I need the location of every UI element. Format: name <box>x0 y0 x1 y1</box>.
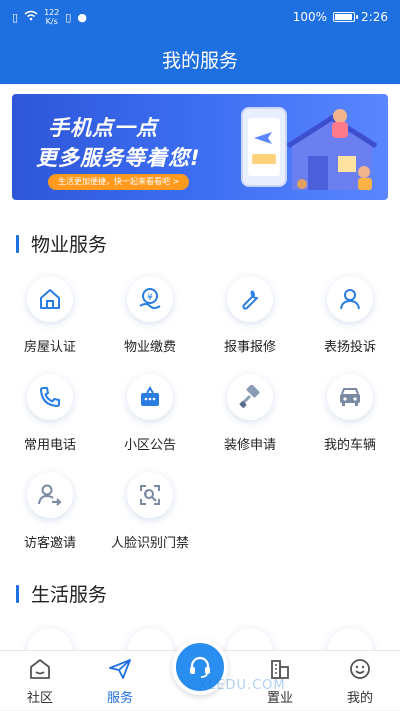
section-accent-bar <box>16 584 19 603</box>
service-label: 表扬投诉 <box>323 340 376 355</box>
service-label: 装修申请 <box>223 438 276 453</box>
house-icon <box>27 276 73 322</box>
life-services-heading: 生活服务 <box>16 580 107 607</box>
service-label: 物业缴费 <box>123 340 176 355</box>
banner-cta[interactable]: 生活更加便捷，快一起来看看吧 > <box>48 174 190 190</box>
service-my-vehicle[interactable]: 我的车辆 <box>300 374 400 464</box>
phone-icon <box>27 374 73 420</box>
page-header: 我的服务 <box>0 34 400 84</box>
community-icon <box>30 659 50 679</box>
watermark: CXLEDU.COM <box>188 678 286 693</box>
notice-icon <box>127 374 173 420</box>
main-content[interactable]: 手机点一点 更多服务等着您! 生活更加便捷，快一起来看看吧 > 物业服务 房屋认… <box>0 84 400 650</box>
life-service-icon-3[interactable] <box>227 628 273 650</box>
network-speed-value: 122 <box>44 8 60 17</box>
person-icon <box>327 276 373 322</box>
service-label: 常用电话 <box>23 438 76 453</box>
service-notice[interactable]: 小区公告 <box>100 374 200 464</box>
promo-banner[interactable]: 手机点一点 更多服务等着您! 生活更加便捷，快一起来看看吧 > <box>12 94 388 200</box>
life-service-icon-1[interactable] <box>27 628 73 650</box>
sim-icon: ▯ <box>12 10 19 24</box>
status-right: 100% 2:26 <box>293 10 388 24</box>
status-time: 2:26 <box>361 10 388 24</box>
smiley-icon <box>350 659 370 679</box>
service-renovation[interactable]: 装修申请 <box>200 374 300 464</box>
section-accent-bar <box>16 234 19 253</box>
service-label: 小区公告 <box>123 438 176 453</box>
qq-icon: ● <box>77 10 88 24</box>
service-phone[interactable]: 常用电话 <box>0 374 100 464</box>
service-label: 我的车辆 <box>323 438 376 453</box>
status-bar: ▯ 122 K/s ▯ ● 100% 2:26 <box>0 0 400 34</box>
tab-label: 服务 <box>106 691 133 706</box>
battery-percent: 100% <box>292 10 328 24</box>
wifi-icon <box>24 10 38 24</box>
vibrate-icon: ▯ <box>65 10 72 24</box>
service-label: 人脸识别门禁 <box>110 536 189 551</box>
face-id-icon <box>127 472 173 518</box>
battery-icon <box>333 12 359 22</box>
payment-icon: ¥ <box>127 276 173 322</box>
service-face-access[interactable]: 人脸识别门禁 <box>100 472 200 562</box>
property-services-heading: 物业服务 <box>16 230 107 257</box>
service-repair[interactable]: 报事报修 <box>200 276 300 366</box>
tab-service[interactable]: 服务 <box>80 651 160 711</box>
page-title: 我的服务 <box>161 49 238 72</box>
life-service-icon-2[interactable] <box>127 628 173 650</box>
paper-plane-icon <box>109 659 131 679</box>
network-speed-unit: K/s <box>45 17 58 26</box>
service-house-auth[interactable]: 房屋认证 <box>0 276 100 366</box>
tab-label: 社区 <box>26 691 53 706</box>
paint-roller-icon <box>227 374 273 420</box>
service-property-fee[interactable]: ¥ 物业缴费 <box>100 276 200 366</box>
headset-icon <box>190 656 210 678</box>
status-left: ▯ 122 K/s ▯ ● <box>12 8 87 26</box>
banner-illustration <box>241 107 378 190</box>
battery-fill <box>335 14 353 20</box>
service-label: 报事报修 <box>223 340 276 355</box>
property-services-title: 物业服务 <box>31 234 108 256</box>
wrench-icon <box>227 276 273 322</box>
life-service-icon-4[interactable] <box>327 628 373 650</box>
tab-community[interactable]: 社区 <box>0 651 80 711</box>
service-feedback[interactable]: 表扬投诉 <box>300 276 400 366</box>
svg-text:¥: ¥ <box>147 293 153 303</box>
life-services-title: 生活服务 <box>31 584 108 606</box>
banner-headline-2: 更多服务等着您! <box>36 146 201 170</box>
service-label: 访客邀请 <box>23 536 76 551</box>
tab-mine[interactable]: 我的 <box>320 651 400 711</box>
service-visitor-invite[interactable]: 访客邀请 <box>0 472 100 562</box>
visitor-icon <box>27 472 73 518</box>
tab-label: 我的 <box>346 691 373 706</box>
network-speed: 122 K/s <box>44 8 59 26</box>
car-icon <box>327 374 373 420</box>
banner-headline-1: 手机点一点 <box>48 116 158 140</box>
service-label: 房屋认证 <box>23 340 76 355</box>
